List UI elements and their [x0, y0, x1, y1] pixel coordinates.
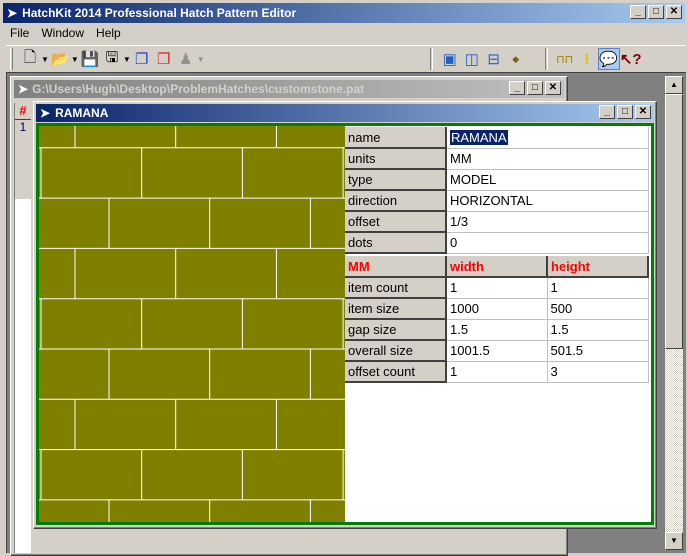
pattern-content: name RAMANA units MM type MODEL direction HORIZ… [36, 123, 654, 525]
list-item[interactable]: 1 [15, 120, 31, 199]
property-row: offset 1/3 [345, 211, 649, 233]
toolbar: 🗋 ▼ 📂 ▼ 💾 🖫 ▼ ❐ ❐ ♟ ▼ ▣ ◫ ⊟ ◆ ⊓⊓ ! 💬 ↖? [6, 45, 686, 72]
new-file-icon[interactable]: 🗋 [19, 48, 41, 70]
width-header: width [446, 256, 548, 278]
window-icon: ➤ [18, 82, 29, 96]
maximize-button[interactable]: □ [648, 5, 664, 19]
file-close-button[interactable]: ✕ [545, 81, 561, 95]
property-value[interactable]: 0 [446, 232, 649, 254]
list-header: # [15, 103, 31, 120]
open-folder-icon[interactable]: 📂 [49, 48, 71, 70]
property-value[interactable]: MODEL [446, 169, 649, 191]
copy-windows-icon[interactable]: ❐ [131, 48, 153, 70]
tile-horizontal-icon[interactable]: ⊟ [483, 48, 505, 70]
dimensions-table: MM width height item count 1 1 item size 1000 50… [345, 256, 649, 383]
stamp-icon[interactable]: ♟ [175, 48, 197, 70]
height-value[interactable]: 500 [547, 298, 649, 320]
arrange-icon[interactable]: ◆ [505, 48, 527, 70]
dimension-row: item size 1000 500 [345, 298, 649, 320]
dimensions-header: MM width height [345, 256, 649, 278]
height-value[interactable]: 1.5 [547, 319, 649, 341]
height-header: height [547, 256, 649, 278]
file-window-title-bar: ➤ G:\Users\Hugh\Desktop\ProblemHatches\c… [14, 80, 564, 98]
cascade-icon[interactable]: ▣ [439, 48, 461, 70]
app-title: HatchKit 2014 Professional Hatch Pattern… [22, 6, 297, 20]
property-value[interactable]: RAMANA [446, 127, 649, 149]
dimension-label: item size [345, 298, 447, 320]
app-icon: ➤ [7, 6, 18, 20]
property-label: dots [345, 232, 447, 254]
scroll-thumb[interactable] [665, 94, 683, 349]
pattern-window: ➤ RAMANA _ □ ✕ name RAMANA units MM type MODEL d… [33, 101, 657, 529]
property-label: type [345, 169, 447, 191]
tile-background [39, 126, 345, 522]
red-windows-icon[interactable]: ❐ [153, 48, 175, 70]
dimension-row: overall size 1001.5 501.5 [345, 340, 649, 362]
property-value[interactable]: MM [446, 148, 649, 170]
height-value[interactable]: 1 [547, 277, 649, 299]
save-as-icon[interactable]: 🖫 [101, 48, 123, 70]
menu-help[interactable]: Help [96, 26, 121, 40]
pattern-window-title-bar: ➤ RAMANA _ □ ✕ [36, 104, 654, 122]
width-value[interactable]: 1000 [446, 298, 548, 320]
pattern-window-title: RAMANA [55, 106, 109, 120]
property-value[interactable]: 1/3 [446, 211, 649, 233]
property-value-text: 1/3 [450, 214, 469, 229]
dimension-row: item count 1 1 [345, 277, 649, 299]
window-icon: ➤ [40, 106, 51, 120]
width-value[interactable]: 1 [446, 277, 548, 299]
pattern-close-button[interactable]: ✕ [635, 105, 651, 119]
vertical-scrollbar[interactable]: ▲ ▼ [665, 76, 683, 550]
property-value-text: MODEL [450, 172, 497, 187]
property-label: direction [345, 190, 447, 212]
ruler-icon[interactable]: ⊓⊓ [554, 48, 576, 70]
minimize-button[interactable]: _ [630, 5, 646, 19]
comment-icon[interactable]: 💬 [597, 48, 620, 70]
file-window-title: G:\Users\Hugh\Desktop\ProblemHatches\cus… [32, 82, 365, 96]
warning-icon[interactable]: ! [576, 48, 598, 70]
pattern-maximize-button[interactable]: □ [617, 105, 633, 119]
property-value-text: RAMANA [450, 129, 508, 145]
dimension-label: gap size [345, 319, 447, 341]
property-value-text: 0 [450, 235, 458, 250]
scroll-up-button[interactable]: ▲ [665, 76, 683, 94]
dimension-label: offset count [345, 361, 447, 383]
menu-file[interactable]: File [10, 26, 29, 40]
hatch-preview [39, 126, 345, 522]
property-row: direction HORIZONTAL [345, 190, 649, 212]
property-value-text: HORIZONTAL [450, 193, 533, 208]
width-value[interactable]: 1.5 [446, 319, 548, 341]
file-minimize-button[interactable]: _ [509, 81, 525, 95]
property-row: dots 0 [345, 232, 649, 254]
help-icon[interactable]: ↖? [620, 48, 642, 70]
dimension-row: offset count 1 3 [345, 361, 649, 383]
property-label: units [345, 148, 447, 170]
pattern-list: # 1 [14, 103, 31, 553]
height-value[interactable]: 3 [547, 361, 649, 383]
dimension-label: overall size [345, 340, 447, 362]
property-row: type MODEL [345, 169, 649, 191]
scroll-down-button[interactable]: ▼ [665, 532, 683, 550]
units-header: MM [345, 256, 447, 278]
width-value[interactable]: 1 [446, 361, 548, 383]
property-row: name RAMANA [345, 127, 649, 149]
main-title-bar: ➤ HatchKit 2014 Professional Hatch Patte… [3, 3, 685, 23]
property-value-text: MM [450, 151, 472, 166]
property-value[interactable]: HORIZONTAL [446, 190, 649, 212]
dimension-row: gap size 1.5 1.5 [345, 319, 649, 341]
tile-vertical-icon[interactable]: ◫ [461, 48, 483, 70]
dimension-label: item count [345, 277, 447, 299]
property-label: offset [345, 211, 447, 233]
properties-table: name RAMANA units MM type MODEL direction HORIZ… [345, 127, 649, 254]
close-button[interactable]: ✕ [666, 5, 682, 19]
save-icon[interactable]: 💾 [79, 48, 101, 70]
menu-window[interactable]: Window [41, 26, 84, 40]
property-label: name [345, 127, 447, 149]
width-value[interactable]: 1001.5 [446, 340, 548, 362]
file-maximize-button[interactable]: □ [527, 81, 543, 95]
menu-bar: File Window Help [10, 26, 133, 40]
property-row: units MM [345, 148, 649, 170]
height-value[interactable]: 501.5 [547, 340, 649, 362]
pattern-minimize-button[interactable]: _ [599, 105, 615, 119]
